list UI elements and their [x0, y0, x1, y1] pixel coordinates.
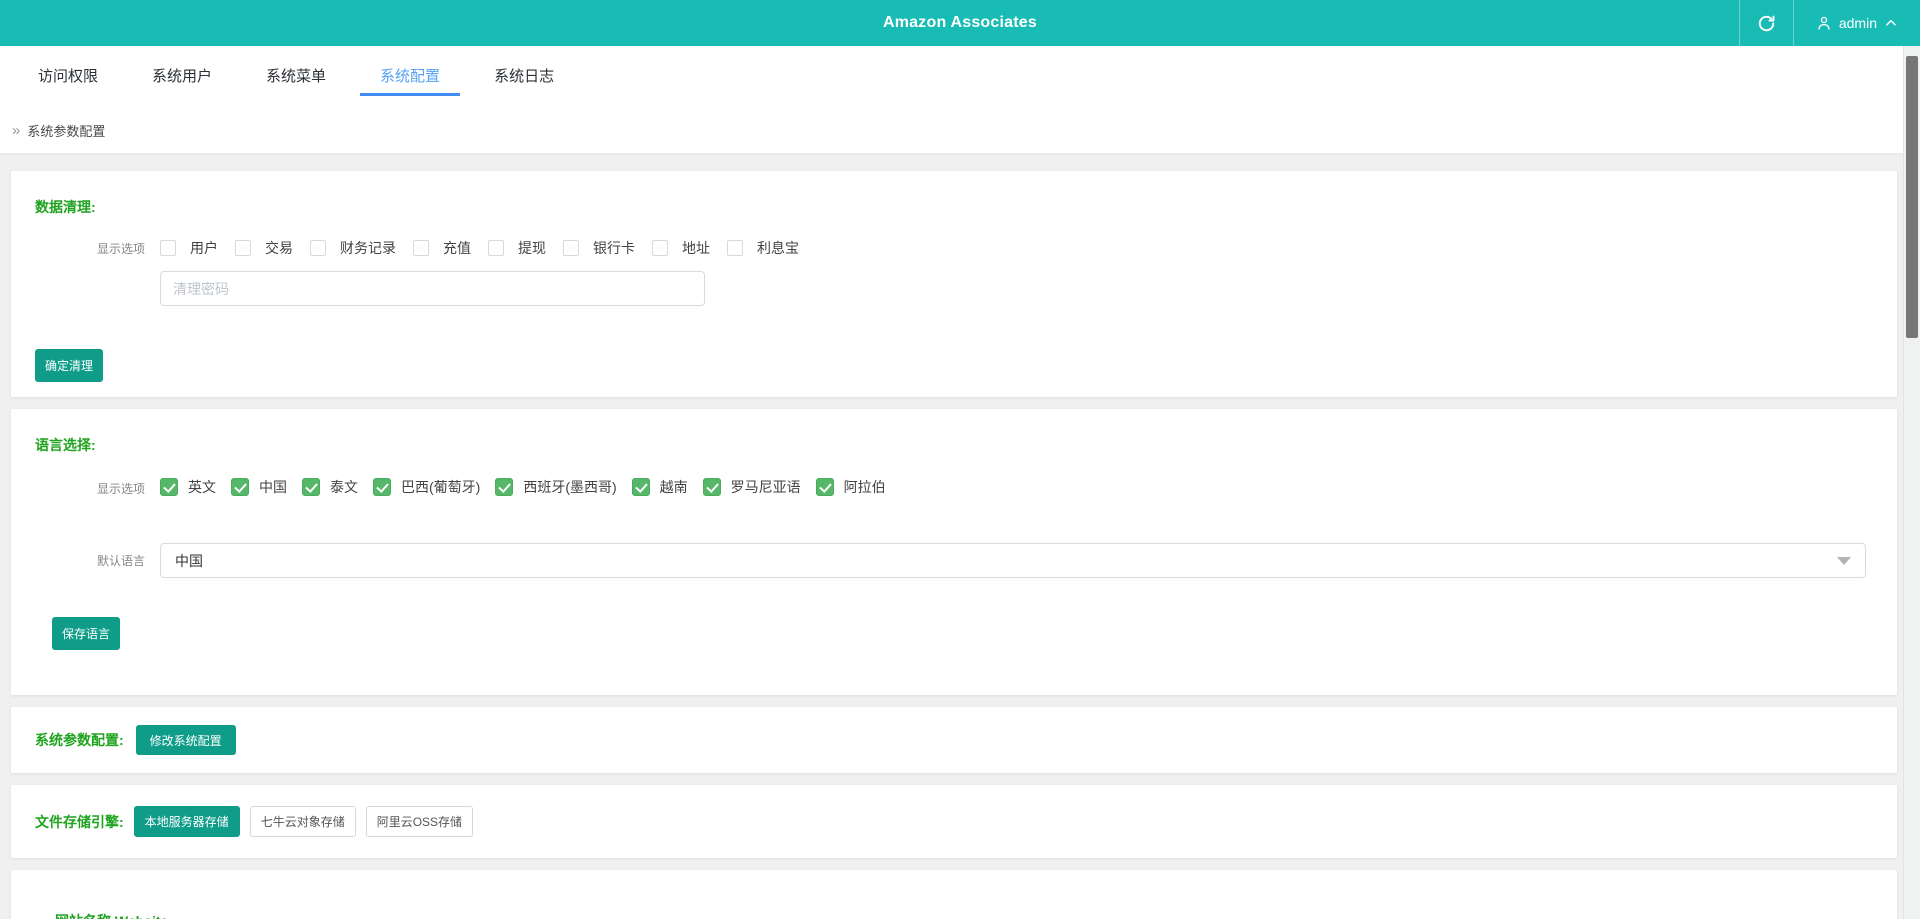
- card-system-config: 系统参数配置: 修改系统配置: [11, 707, 1897, 773]
- checkbox-unchecked[interactable]: [413, 240, 429, 256]
- checkbox-label: 巴西(葡萄牙): [401, 479, 481, 495]
- checkbox-checked[interactable]: [302, 478, 320, 496]
- username: admin: [1838, 15, 1877, 31]
- checkbox-checked[interactable]: [495, 478, 514, 496]
- tab[interactable]: 系统菜单: [246, 60, 346, 96]
- double-chevron-icon: »: [12, 122, 21, 139]
- cleanup-options: 用户 交易 财务记录 充值 提现 银行卡 地址 利息宝: [160, 238, 816, 259]
- cleanup-option[interactable]: 财务记录: [310, 238, 396, 258]
- header-controls: admin: [1738, 0, 1920, 46]
- breadcrumb-label: 系统参数配置: [27, 124, 106, 139]
- save-language-button[interactable]: 保存语言: [52, 617, 121, 650]
- checkbox-label: 泰文: [330, 479, 358, 495]
- checkbox-checked[interactable]: [373, 478, 391, 496]
- language-option[interactable]: 罗马尼亚语: [702, 477, 801, 497]
- tab[interactable]: 系统配置: [360, 60, 461, 96]
- user-menu[interactable]: admin: [1794, 0, 1920, 46]
- tab[interactable]: 系统日志: [474, 60, 574, 96]
- storage-title: 文件存储引擎:: [35, 813, 124, 830]
- website-title: 网站名称 Website: [55, 911, 1873, 919]
- cleanup-option[interactable]: 提现: [488, 238, 546, 258]
- language-option[interactable]: 阿拉伯: [815, 477, 886, 497]
- language-option[interactable]: 巴西(葡萄牙): [373, 477, 480, 497]
- cleanup-option[interactable]: 利息宝: [727, 238, 799, 258]
- language-option[interactable]: 西班牙(墨西哥): [495, 477, 617, 497]
- language-option[interactable]: 英文: [160, 477, 216, 497]
- checkbox-label: 银行卡: [593, 240, 635, 256]
- storage-option-button[interactable]: 阿里云OSS存储: [365, 806, 474, 837]
- cleanup-option[interactable]: 用户: [160, 238, 218, 258]
- breadcrumb: » 系统参数配置: [0, 96, 1920, 153]
- checkbox-checked[interactable]: [702, 478, 721, 496]
- checkbox-checked[interactable]: [231, 478, 249, 496]
- app-title: Amazon Associates: [883, 14, 1037, 31]
- cleanup-option[interactable]: 充值: [413, 238, 471, 258]
- default-language-label: 默认语言: [97, 554, 146, 568]
- language-option[interactable]: 泰文: [302, 477, 358, 497]
- checkbox-label: 地址: [682, 240, 710, 256]
- checkbox-unchecked[interactable]: [563, 240, 579, 256]
- modify-config-button[interactable]: 修改系统配置: [135, 725, 236, 755]
- card-language: 语言选择: 显示选项 英文 中国 泰文 巴西(葡萄牙) 西班牙(墨西哥) 越南 …: [11, 409, 1897, 695]
- checkbox-label: 提现: [518, 240, 546, 256]
- language-options: 英文 中国 泰文 巴西(葡萄牙) 西班牙(墨西哥) 越南 罗马尼亚语 阿拉伯: [160, 477, 901, 499]
- checkbox-label: 财务记录: [340, 240, 396, 256]
- cleanup-option[interactable]: 地址: [652, 238, 710, 258]
- tab[interactable]: 访问权限: [18, 60, 118, 96]
- language-title: 语言选择:: [35, 437, 96, 453]
- checkbox-unchecked[interactable]: [160, 240, 176, 256]
- cleanup-title: 数据清理:: [35, 199, 96, 215]
- checkbox-label: 西班牙(墨西哥): [523, 479, 617, 495]
- checkbox-checked[interactable]: [160, 478, 178, 496]
- header-bar: Amazon Associates admin: [0, 0, 1920, 46]
- scrollbar-thumb[interactable]: [1906, 56, 1918, 338]
- checkbox-label: 越南: [659, 479, 688, 495]
- select-value: 中国: [175, 552, 203, 569]
- checkbox-checked[interactable]: [815, 478, 834, 496]
- card-data-cleanup: 数据清理: 显示选项 用户 交易 财务记录 充值 提现 银行卡 地址 利息宝 清…: [11, 171, 1897, 397]
- storage-option-button[interactable]: 七牛云对象存储: [249, 806, 356, 837]
- tab[interactable]: 系统用户: [132, 60, 232, 96]
- storage-options: 本地服务器存储 七牛云对象存储 阿里云OSS存储: [124, 806, 474, 837]
- checkbox-unchecked[interactable]: [488, 240, 504, 256]
- refresh-icon: [1757, 14, 1776, 33]
- default-language-select[interactable]: 中国: [160, 543, 1866, 578]
- checkbox-unchecked[interactable]: [727, 240, 743, 256]
- main-content: 数据清理: 显示选项 用户 交易 财务记录 充值 提现 银行卡 地址 利息宝 清…: [0, 153, 1903, 919]
- checkbox-label: 充值: [443, 240, 471, 256]
- language-option[interactable]: 越南: [631, 477, 688, 497]
- refresh-button[interactable]: [1740, 0, 1793, 46]
- system-config-title: 系统参数配置:: [35, 732, 124, 748]
- storage-option-button[interactable]: 本地服务器存储: [133, 806, 240, 837]
- checkbox-label: 阿拉伯: [843, 479, 886, 495]
- confirm-cleanup-button[interactable]: 确定清理: [35, 349, 104, 382]
- checkbox-label: 用户: [190, 240, 218, 256]
- scrollbar[interactable]: [1903, 46, 1920, 919]
- checkbox-checked[interactable]: [631, 478, 650, 496]
- checkbox-unchecked[interactable]: [652, 240, 668, 256]
- card-website: 网站名称 Website: [11, 870, 1897, 919]
- cleanup-password-input[interactable]: [160, 271, 705, 306]
- language-option[interactable]: 中国: [231, 477, 287, 497]
- chevron-up-icon: [1884, 16, 1898, 30]
- cleanup-options-label: 显示选项: [97, 242, 146, 256]
- checkbox-label: 罗马尼亚语: [730, 479, 801, 495]
- checkbox-label: 交易: [265, 240, 293, 256]
- user-icon: [1816, 15, 1832, 31]
- tab-bar: 访问权限 系统用户 系统菜单 系统配置 系统日志: [0, 46, 1920, 96]
- checkbox-unchecked[interactable]: [310, 240, 326, 256]
- checkbox-unchecked[interactable]: [235, 240, 251, 256]
- card-storage-engine: 文件存储引擎: 本地服务器存储 七牛云对象存储 阿里云OSS存储: [11, 785, 1897, 858]
- chevron-down-icon: [1837, 556, 1851, 565]
- cleanup-option[interactable]: 交易: [235, 238, 293, 258]
- checkbox-label: 中国: [259, 479, 287, 495]
- language-options-label: 显示选项: [97, 481, 146, 496]
- cleanup-option[interactable]: 银行卡: [563, 238, 635, 258]
- checkbox-label: 利息宝: [757, 240, 799, 256]
- checkbox-label: 英文: [188, 479, 216, 495]
